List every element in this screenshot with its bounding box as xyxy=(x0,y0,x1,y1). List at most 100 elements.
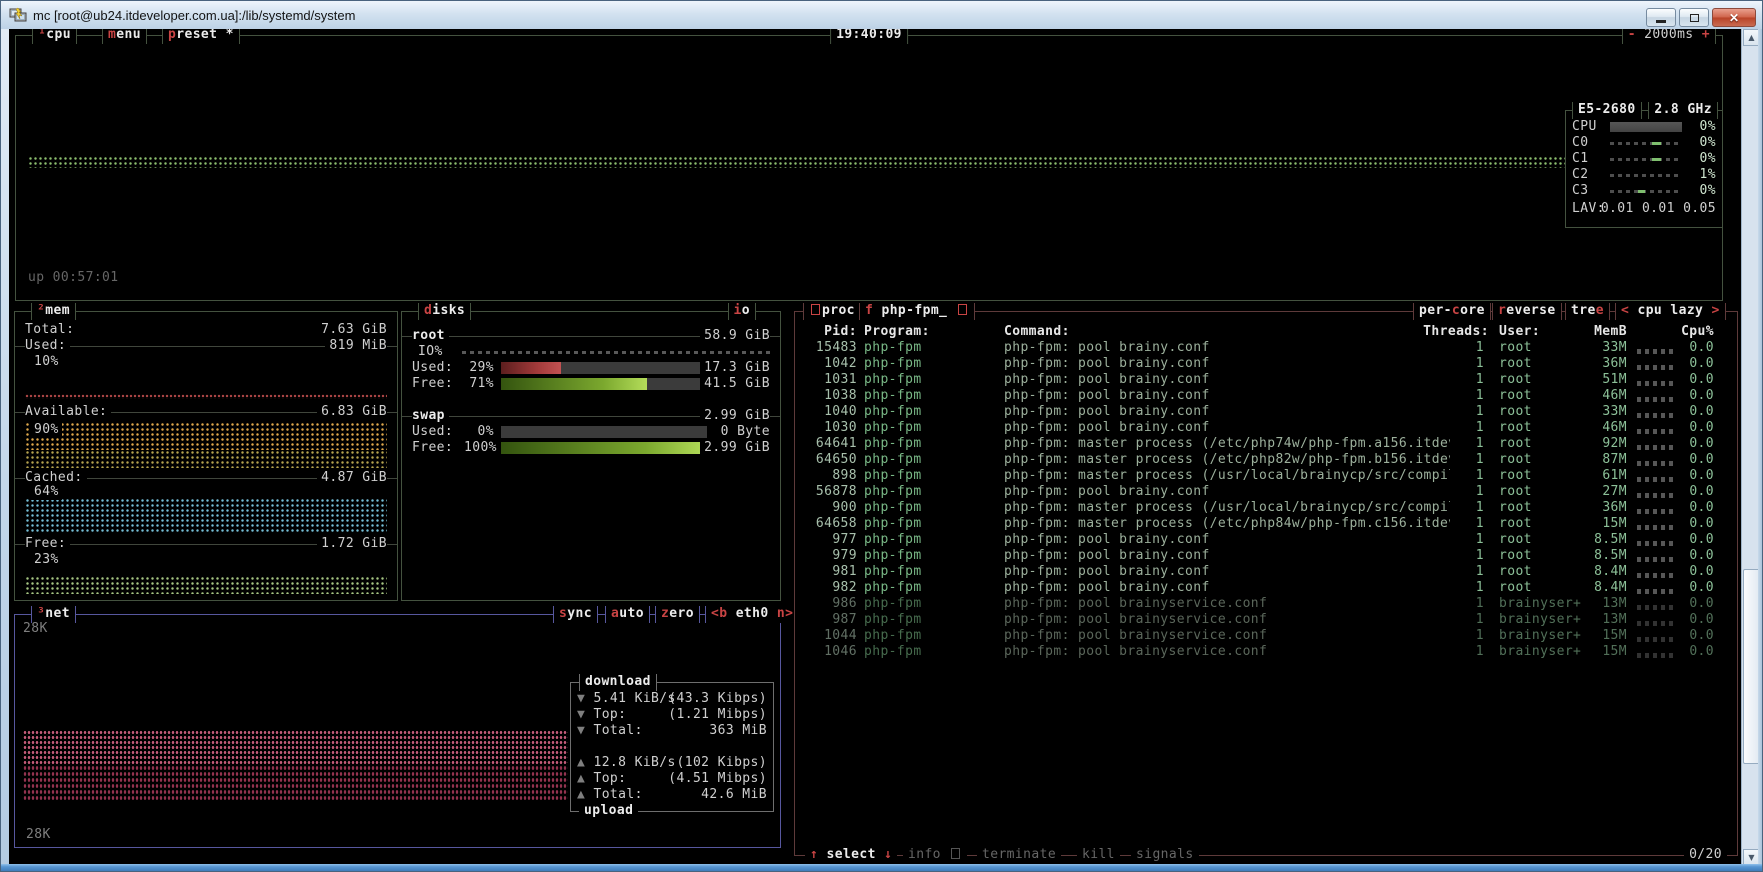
process-command: php-fpm: master process (/usr/local/brai… xyxy=(1004,468,1450,484)
iface-prev-button[interactable]: <b xyxy=(711,606,727,621)
process-row[interactable]: 1038 php-fpm php-fpm: pool brainy.conf 1… xyxy=(795,388,1737,404)
process-user: root xyxy=(1499,516,1591,532)
clear-filter-icon[interactable] xyxy=(958,304,967,315)
process-row[interactable]: 981 php-fpm php-fpm: pool brainy.conf 1 … xyxy=(795,564,1737,580)
disks-box-title[interactable]: disks xyxy=(418,303,471,320)
process-row[interactable]: 64658 php-fpm php-fpm: master process (/… xyxy=(795,516,1737,532)
disks-box: disks io root58.9 GiB IO% Used: 29% 17.3… xyxy=(401,311,781,601)
interval-plus-button[interactable]: + xyxy=(1702,29,1710,42)
proc-footer-select[interactable]: ↑ select ↓ xyxy=(805,847,897,864)
mem-used-percent: 10% xyxy=(31,354,62,370)
process-mem: 8.5M xyxy=(1585,532,1627,548)
process-row[interactable]: 986 php-fpm php-fpm: pool brainyservice.… xyxy=(795,596,1737,612)
proc-footer-info[interactable]: info xyxy=(903,847,967,864)
process-row[interactable]: 982 php-fpm php-fpm: pool brainy.conf 1 … xyxy=(795,580,1737,596)
process-row[interactable]: 1042 php-fpm php-fpm: pool brainy.conf 1… xyxy=(795,356,1737,372)
process-command: php-fpm: master process (/etc/php74w/php… xyxy=(1004,436,1450,452)
net-sync-toggle[interactable]: sync xyxy=(553,606,598,623)
process-row[interactable]: 987 php-fpm php-fpm: pool brainyservice.… xyxy=(795,612,1737,628)
process-pid: 56878 xyxy=(800,484,857,500)
menu-button[interactable]: menu xyxy=(102,29,147,44)
process-mem: 15M xyxy=(1585,644,1627,660)
net-upload-spikes xyxy=(23,801,568,835)
disk-root-free-bar xyxy=(501,378,707,390)
disk-root-row: root58.9 GiB xyxy=(412,328,770,344)
mem-box-title[interactable]: ²mem xyxy=(31,303,76,320)
process-user: root xyxy=(1499,580,1591,596)
download-arrow-icon: ▼ xyxy=(577,691,585,706)
process-row[interactable]: 64641 php-fpm php-fpm: master process (/… xyxy=(795,436,1737,452)
process-cpu: 0.0 xyxy=(1674,372,1714,388)
process-threads: 1 xyxy=(1450,356,1484,372)
close-button[interactable]: ✕ xyxy=(1712,8,1756,27)
net-auto-toggle[interactable]: auto xyxy=(605,606,650,623)
process-mem-graph xyxy=(1637,365,1675,370)
proc-footer-kill[interactable]: kill xyxy=(1077,847,1120,864)
process-threads: 1 xyxy=(1450,628,1484,644)
process-mem: 92M xyxy=(1585,436,1627,452)
process-user: root xyxy=(1499,340,1591,356)
disk-swap-free-bar xyxy=(501,442,707,454)
preset-button[interactable]: preset * xyxy=(162,29,240,44)
process-row[interactable]: 56878 php-fpm php-fpm: pool brainy.conf … xyxy=(795,484,1737,500)
iface-next-button[interactable]: n> xyxy=(777,606,793,621)
proc-percore-toggle[interactable]: per-core xyxy=(1413,303,1491,320)
process-row[interactable]: 1030 php-fpm php-fpm: pool brainy.conf 1… xyxy=(795,420,1737,436)
process-program: php-fpm xyxy=(864,468,996,484)
process-row[interactable]: 1044 php-fpm php-fpm: pool brainyservice… xyxy=(795,628,1737,644)
process-row[interactable]: 979 php-fpm php-fpm: pool brainy.conf 1 … xyxy=(795,548,1737,564)
process-row[interactable]: 1046 php-fpm php-fpm: pool brainyservice… xyxy=(795,644,1737,660)
net-zero-toggle[interactable]: zero xyxy=(655,606,700,623)
process-row[interactable]: 898 php-fpm php-fpm: master process (/us… xyxy=(795,468,1737,484)
process-row[interactable]: 1031 php-fpm php-fpm: pool brainy.conf 1… xyxy=(795,372,1737,388)
process-mem: 15M xyxy=(1585,516,1627,532)
cpu-box-title[interactable]: ¹cpu xyxy=(32,29,77,44)
interval-minus-button[interactable]: - xyxy=(1628,29,1636,42)
title-bar[interactable]: mc [root@ub24.itdeveloper.com.ua]:/lib/s… xyxy=(1,1,1762,29)
up-arrow-icon[interactable]: ↑ xyxy=(810,847,818,862)
process-row[interactable]: 15483 php-fpm php-fpm: pool brainy.conf … xyxy=(795,340,1737,356)
process-program: php-fpm xyxy=(864,628,996,644)
process-row[interactable]: 1040 php-fpm php-fpm: pool brainy.conf 1… xyxy=(795,404,1737,420)
process-mem-graph xyxy=(1637,605,1675,610)
proc-filter-input[interactable]: f php-fpm_ xyxy=(859,303,975,320)
close-icon: ✕ xyxy=(1729,12,1739,24)
process-row[interactable]: 64650 php-fpm php-fpm: master process (/… xyxy=(795,452,1737,468)
upload-total-row: ▲ Total: 42.6 MiB xyxy=(577,787,767,803)
proc-reverse-toggle[interactable]: reverse xyxy=(1492,303,1562,320)
process-user: brainyser+ xyxy=(1499,644,1591,660)
process-threads: 1 xyxy=(1450,532,1484,548)
proc-box: proc f php-fpm_ per-core reverse tree < … xyxy=(794,311,1738,856)
disk-root-used-bar xyxy=(501,362,707,374)
process-mem: 46M xyxy=(1585,420,1627,436)
proc-footer-signals[interactable]: signals xyxy=(1131,847,1199,864)
process-threads: 1 xyxy=(1450,372,1484,388)
process-mem-graph xyxy=(1637,461,1675,466)
info-key-glyph xyxy=(951,848,960,859)
proc-footer-terminate[interactable]: terminate xyxy=(977,847,1061,864)
process-threads: 1 xyxy=(1450,340,1484,356)
process-program: php-fpm xyxy=(864,580,996,596)
sort-next-button[interactable]: > xyxy=(1712,303,1720,318)
maximize-button[interactable] xyxy=(1679,8,1709,27)
process-pid: 900 xyxy=(800,500,857,516)
sort-prev-button[interactable]: < xyxy=(1621,303,1629,318)
cpu-usage-graph xyxy=(28,148,1566,178)
process-user: root xyxy=(1499,452,1591,468)
minimize-button[interactable] xyxy=(1646,8,1676,27)
process-row[interactable]: 977 php-fpm php-fpm: pool brainy.conf 1 … xyxy=(795,532,1737,548)
process-pid: 1038 xyxy=(800,388,857,404)
process-user: root xyxy=(1499,388,1591,404)
down-arrow-icon[interactable]: ↓ xyxy=(884,847,892,862)
scroll-up-icon: ▲ xyxy=(1748,33,1754,42)
proc-box-title[interactable]: proc xyxy=(803,303,861,320)
process-user: root xyxy=(1499,548,1591,564)
process-cpu: 0.0 xyxy=(1674,628,1714,644)
proc-tree-toggle[interactable]: tree xyxy=(1565,303,1610,320)
process-threads: 1 xyxy=(1450,516,1484,532)
process-mem-graph xyxy=(1637,541,1675,546)
process-row[interactable]: 900 php-fpm php-fpm: master process (/us… xyxy=(795,500,1737,516)
window-title: mc [root@ub24.itdeveloper.com.ua]:/lib/s… xyxy=(33,8,355,23)
disks-io-toggle[interactable]: io xyxy=(728,303,756,320)
process-cpu: 0.0 xyxy=(1674,548,1714,564)
